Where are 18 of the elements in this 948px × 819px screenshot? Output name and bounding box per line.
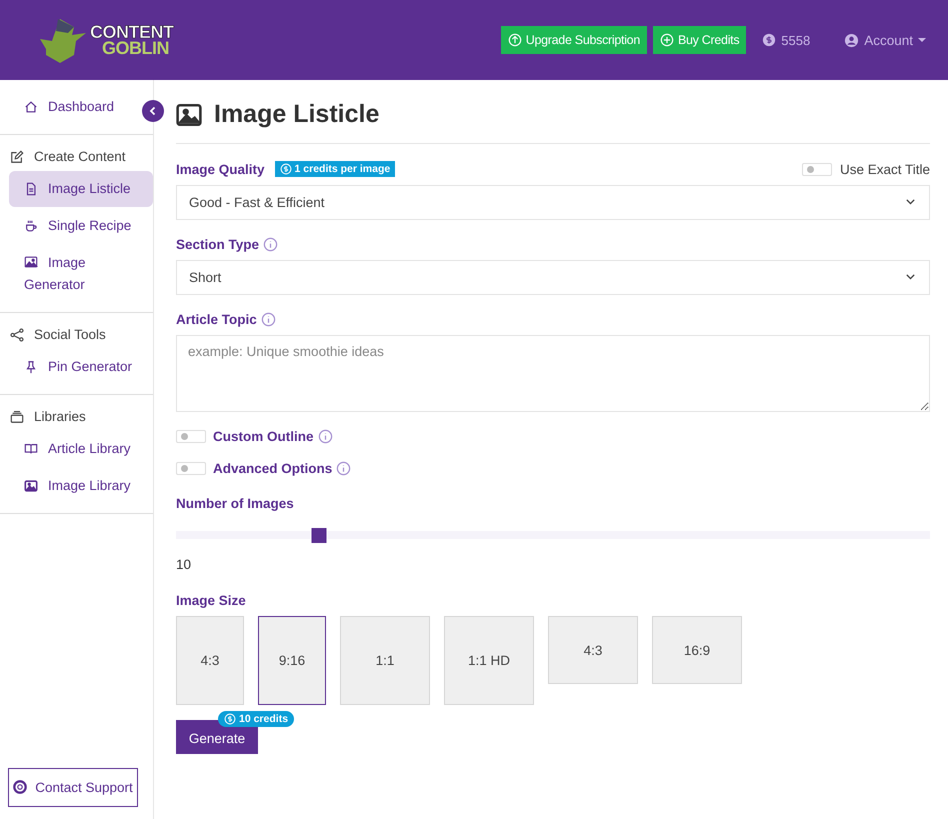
field-label: Image Quality [176,162,265,176]
field-label: Article Topic [176,312,257,327]
credit-count: 5558 [781,32,810,48]
credits-badge: 1 credits per image [274,161,396,177]
field-label: Section Type [176,237,260,252]
toggle-label: Use Exact Title [840,162,930,176]
page-title: Image Listicle [214,100,380,129]
credits-tooltip: 10 credits [218,711,294,727]
field-label: Number of Images [176,496,294,511]
logo-text: CONTENT [90,24,174,40]
section-heading: Libraries [34,409,86,424]
section-heading: Create Content [34,149,126,164]
toggle-label: Advanced Options [213,461,332,476]
field-label: Image Size [176,593,246,608]
toggle-label: Custom Outline [213,429,314,444]
section-heading: Social Tools [34,327,106,342]
slider-value: 10 [176,557,192,572]
logo-text: GOBLIN [102,40,169,56]
